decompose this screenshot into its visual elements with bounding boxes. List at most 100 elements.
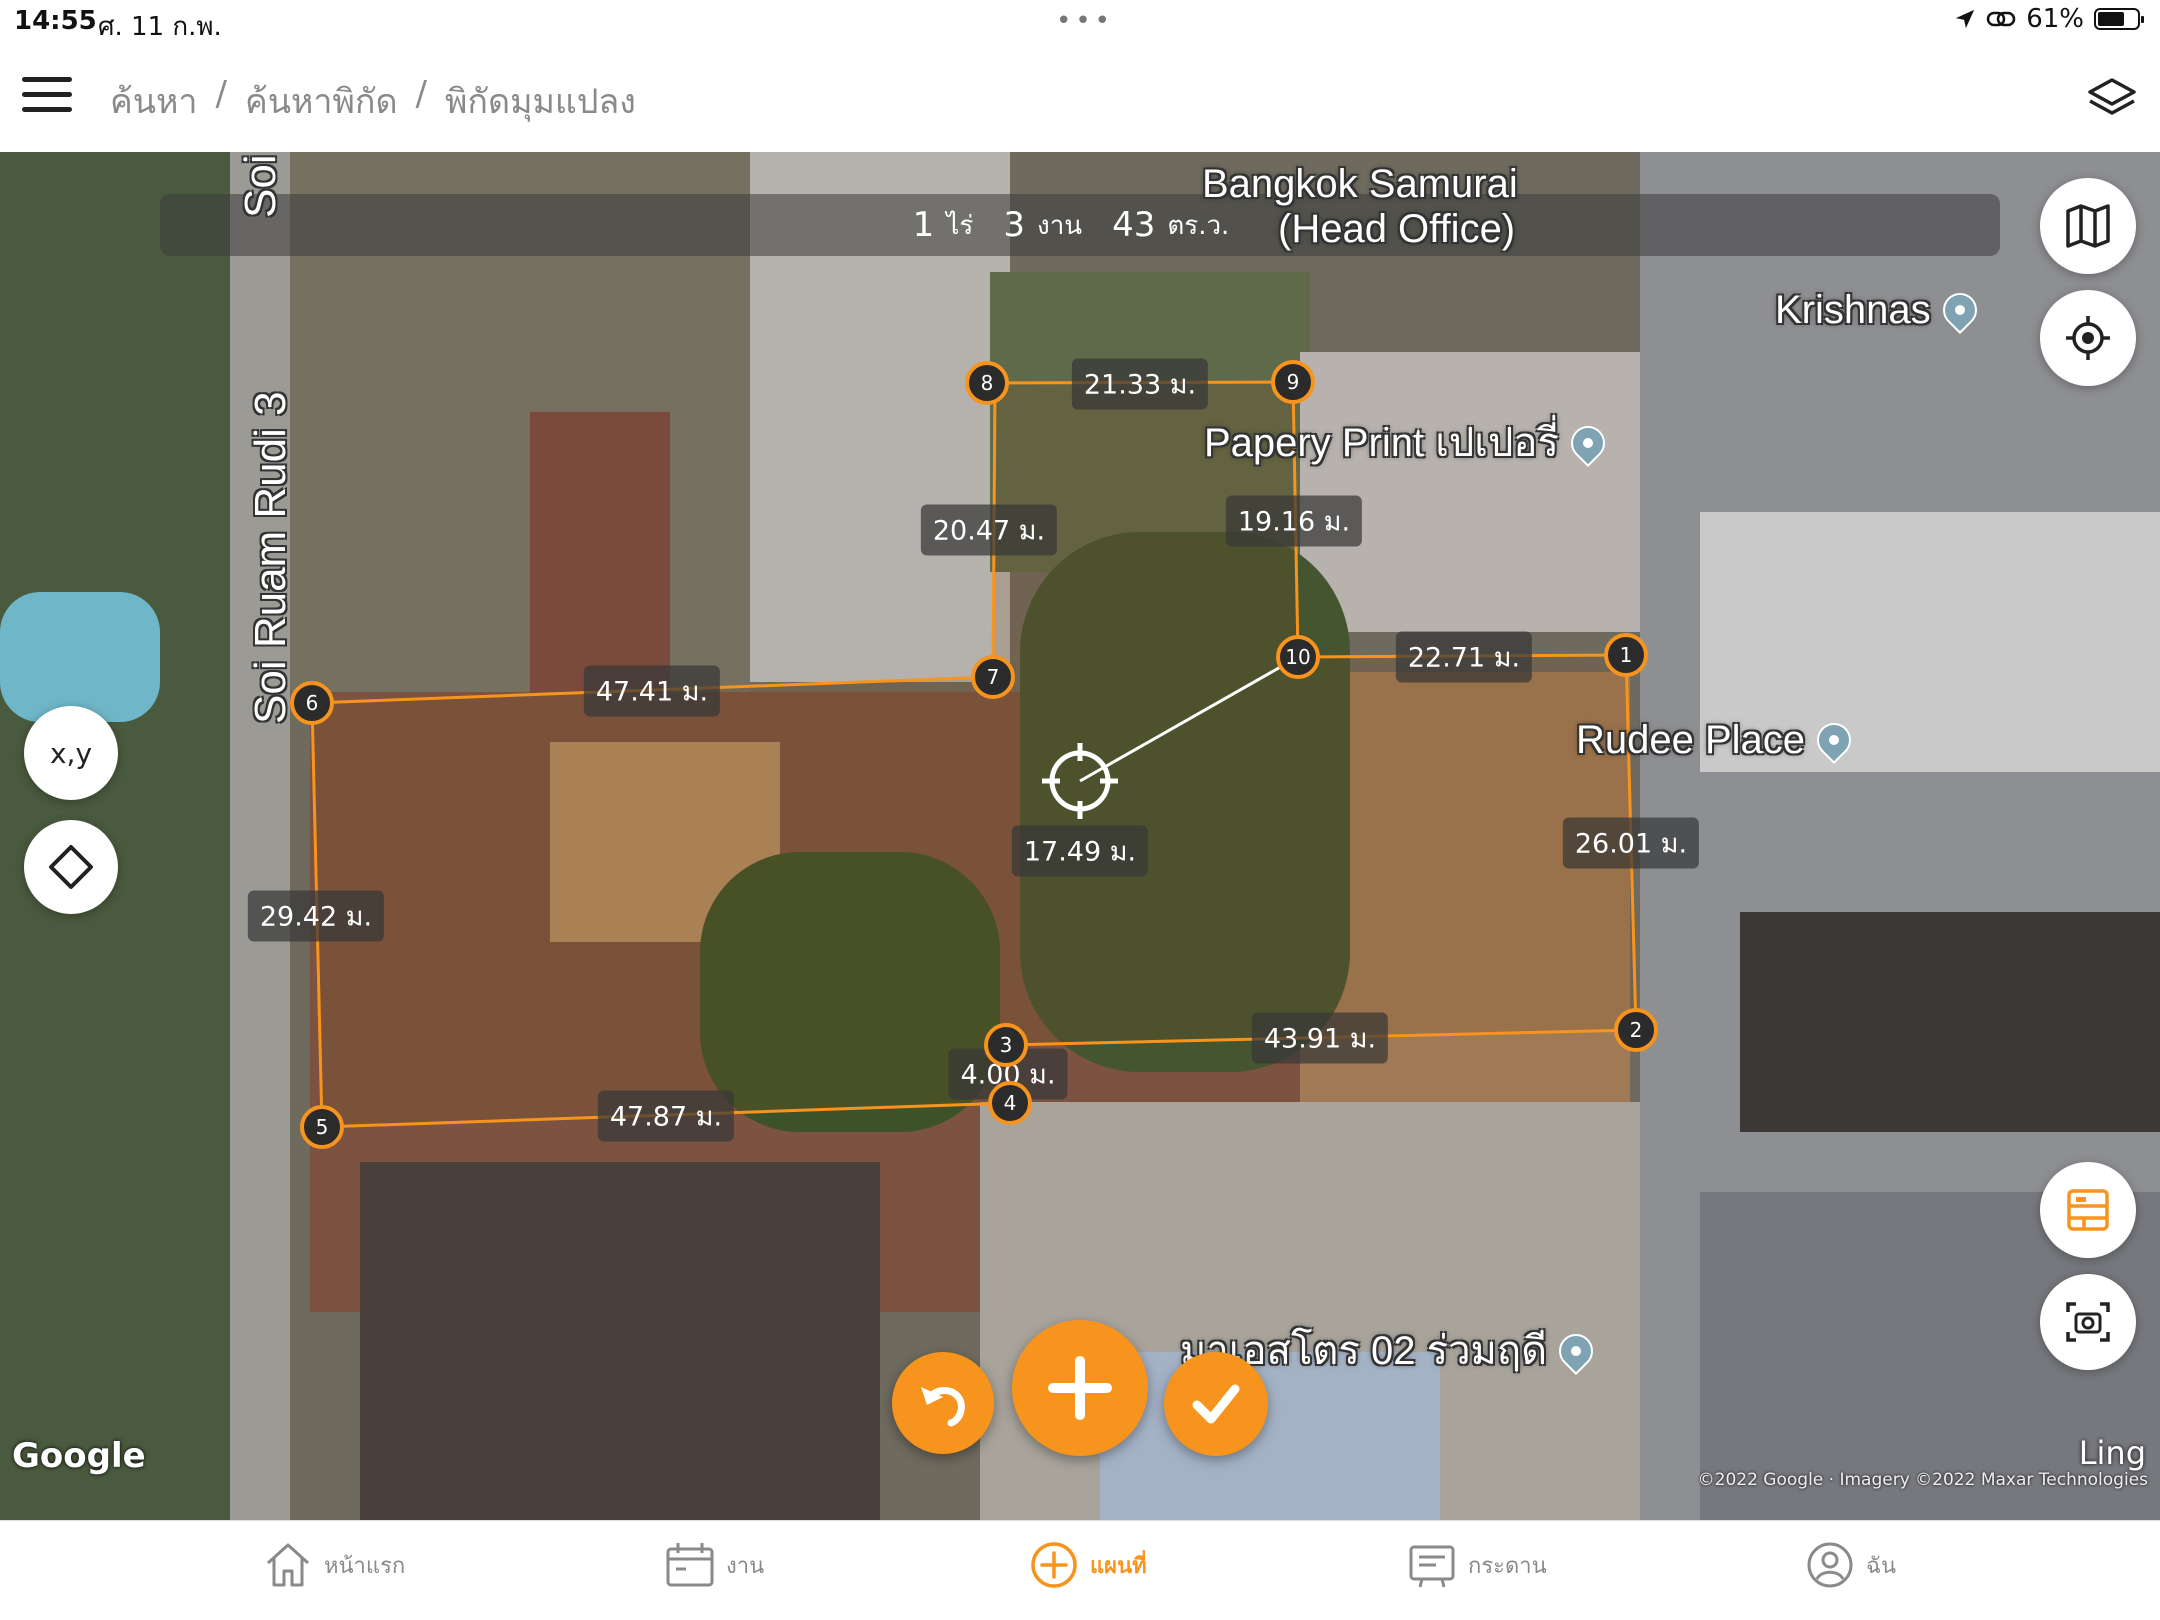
map-type-button[interactable] [2040, 178, 2136, 274]
battery-percent: 61% [2026, 4, 2084, 34]
plus-icon [1048, 1356, 1112, 1420]
undo-icon [921, 1387, 965, 1427]
vertex-6[interactable]: 6 [290, 681, 334, 725]
app-root: 14:55 ศ. 11 ก.พ. ••• 61% ค้นหา / ค้นหาพิ… [0, 0, 2160, 1620]
tab-map[interactable]: แผนที่ [1028, 1539, 1147, 1591]
bottom-tab-bar: หน้าแรก งาน แผนที่ กระดาน ฉัน [0, 1520, 2160, 1620]
status-right: 61% [1954, 4, 2144, 34]
multitask-dots-icon[interactable]: ••• [1056, 8, 1114, 34]
segment-length-2-3: 43.91 ม. [1251, 1012, 1389, 1064]
tab-me-label: ฉัน [1866, 1553, 1897, 1579]
poi-papery-print[interactable]: Papery Print เปเปอรี่ [1204, 410, 1612, 474]
area-rai: 1 [912, 205, 935, 245]
breadcrumb-search-coordinate[interactable]: ค้นหาพิกัด [245, 74, 398, 128]
poi-papery-label: Papery Print เปเปอรี่ [1204, 421, 1559, 465]
street-label-soi-ruam-rudi-3: Soi Ruam Rudi 3 [246, 391, 295, 724]
board-icon [1409, 1545, 1455, 1588]
poi-bangkok-samurai-line2: (Head Office) [1278, 207, 1516, 251]
diamond-icon [49, 845, 93, 889]
area-summary-bar: 1 ไร่ 3 งาน 43 ตร.ว. [160, 194, 2000, 256]
tab-home-label: หน้าแรก [324, 1553, 406, 1579]
breadcrumb-search[interactable]: ค้นหา [110, 74, 198, 128]
segment-length-7-8: 20.47 ม. [920, 504, 1058, 556]
check-icon [1192, 1384, 1240, 1424]
tab-home[interactable]: หน้าแรก [262, 1539, 405, 1591]
target-icon [2066, 316, 2110, 360]
google-logo: Google [12, 1436, 146, 1476]
poi-rudee-label: Rudee Place [1576, 718, 1806, 762]
ling-watermark: Ling [2078, 1434, 2146, 1472]
crosshair-icon [1042, 743, 1118, 819]
area-wa: 43 [1112, 205, 1156, 245]
vertex-10[interactable]: 10 [1276, 635, 1320, 679]
screenshot-button[interactable] [2040, 1274, 2136, 1370]
map-pin-icon [1810, 715, 1859, 765]
poi-rudee-place[interactable]: Rudee Place [1576, 715, 1859, 765]
breadcrumb: ค้นหา / ค้นหาพิกัด / พิกัดมุมแปลง [110, 74, 636, 128]
top-navigation: ค้นหา / ค้นหาพิกัด / พิกัดมุมแปลง [0, 44, 2160, 152]
satellite-map[interactable]: 1 ไร่ 3 งาน 43 ตร.ว. Bangkok Samurai (He… [0, 152, 2160, 1520]
map-icon [2066, 204, 2110, 248]
undo-button[interactable] [892, 1352, 994, 1454]
vertex-7[interactable]: 7 [971, 655, 1015, 699]
menu-icon[interactable] [22, 77, 72, 115]
vertex-9[interactable]: 9 [1271, 360, 1315, 404]
add-point-button[interactable] [1012, 1320, 1148, 1456]
tab-me[interactable]: ฉัน [1804, 1539, 1896, 1591]
poi-bangkok-samurai-line1: Bangkok Samurai [1202, 162, 1518, 206]
breadcrumb-separator: / [215, 74, 227, 114]
plan-view-button[interactable] [2040, 1162, 2136, 1258]
diamond-tool-button[interactable] [24, 820, 118, 914]
segment-length-5-6: 29.42 ม. [247, 890, 385, 942]
confirm-button[interactable] [1164, 1352, 1268, 1456]
status-time: 14:55 [14, 6, 97, 36]
segment-length-10-1: 22.71 ม. [1395, 631, 1533, 683]
home-icon [266, 1543, 310, 1587]
segment-length-8-9: 21.33 ม. [1071, 358, 1209, 410]
vertex-5[interactable]: 5 [300, 1105, 344, 1149]
status-date: ศ. 11 ก.พ. [98, 12, 222, 42]
xy-label: x,y [49, 736, 93, 770]
status-bar: 14:55 ศ. 11 ก.พ. ••• 61% [0, 0, 2160, 44]
coordinate-input-button[interactable]: x,y [24, 706, 118, 800]
floorplan-icon [2067, 1189, 2109, 1231]
battery-icon [2094, 8, 2144, 30]
area-ngan-unit: งาน [1037, 210, 1083, 241]
map-copyright: ©2022 Google · Imagery ©2022 Maxar Techn… [1697, 1470, 2148, 1490]
breadcrumb-separator: / [415, 74, 428, 114]
segment-length-9-10: 19.16 ม. [1225, 495, 1363, 547]
area-rai-unit: ไร่ [946, 210, 974, 241]
calendar-icon [666, 1543, 714, 1587]
vertex-8[interactable]: 8 [965, 361, 1009, 405]
plus-circle-icon [1031, 1542, 1077, 1588]
link-icon [1986, 11, 2016, 27]
map-pin-icon [1552, 1326, 1601, 1376]
map-pin-icon [1935, 285, 1984, 335]
map-pin-icon [1563, 418, 1612, 468]
tab-board-label: กระดาน [1468, 1553, 1547, 1579]
camera-frame-icon [2066, 1302, 2110, 1342]
layers-icon[interactable] [2086, 72, 2138, 124]
segment-length-6-7: 47.41 ม. [583, 665, 721, 717]
plot-polygon [310, 380, 1638, 1129]
poi-krishnas[interactable]: Krishnas [1775, 285, 1984, 335]
my-location-button[interactable] [2040, 290, 2136, 386]
tab-jobs-label: งาน [726, 1553, 765, 1579]
poi-krishnas-label: Krishnas [1775, 288, 1931, 332]
tab-map-label: แผนที่ [1090, 1553, 1147, 1579]
area-ngan: 3 [1003, 205, 1025, 245]
tab-jobs[interactable]: งาน [664, 1539, 764, 1591]
vertex-4[interactable]: 4 [988, 1081, 1032, 1125]
profile-icon [1807, 1542, 1853, 1588]
vertex-2[interactable]: 2 [1614, 1008, 1658, 1052]
vertex-3[interactable]: 3 [984, 1023, 1028, 1067]
location-arrow-icon [1956, 9, 1975, 29]
segment-length-1-2: 26.01 ม. [1562, 817, 1700, 869]
vertex-1[interactable]: 1 [1604, 633, 1648, 677]
cursor-distance-label: 17.49 ม. [1011, 825, 1149, 877]
tab-board[interactable]: กระดาน [1406, 1539, 1547, 1591]
segment-length-4-5: 47.87 ม. [597, 1090, 735, 1142]
poi-bangkok-samurai[interactable]: Bangkok Samurai (Head Office) [1202, 162, 1518, 252]
breadcrumb-plot-corner: พิกัดมุมแปลง [445, 82, 636, 122]
street-label-soi: Soi [236, 154, 285, 218]
